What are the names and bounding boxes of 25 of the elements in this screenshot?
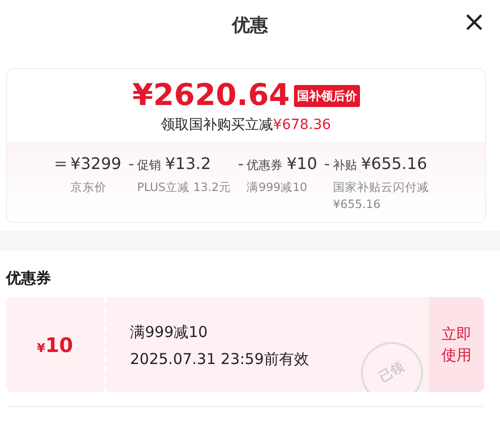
- price-label: 优惠券: [246, 157, 283, 174]
- price-description: PLUS立减 13.2元: [137, 179, 231, 196]
- price-amount: ¥10: [286, 153, 318, 175]
- price-description: 满999减10: [246, 179, 308, 196]
- price-amount: ¥3299: [70, 153, 122, 175]
- close-button[interactable]: ×: [462, 8, 486, 36]
- dialog-title: 优惠: [232, 14, 268, 38]
- operator-sign: -: [236, 153, 245, 175]
- operator-sign: =: [53, 153, 68, 175]
- coupon-validity: 2025.07.31 23:59前有效: [130, 348, 309, 370]
- use-now-button[interactable]: 立即使用: [429, 297, 484, 392]
- coupon-value: ¥10: [36, 332, 74, 358]
- price-label: 促销: [137, 157, 162, 174]
- final-price: ¥2620.64: [132, 81, 290, 111]
- price-amount: ¥655.16: [360, 153, 428, 175]
- price-label: 补贴: [332, 157, 357, 174]
- operator-sign: -: [323, 153, 331, 175]
- operator-sign: -: [127, 153, 136, 175]
- price-description: 国家补贴云闪付减¥655.16: [332, 179, 430, 214]
- section-title: 优惠券: [4, 268, 52, 288]
- saving-text: 领取国补购买立减¥678.36: [160, 116, 332, 135]
- coupon-condition: 满999减10: [130, 322, 208, 343]
- price-amount: ¥13.2: [165, 153, 211, 175]
- price-description: 京东价: [70, 179, 108, 196]
- price-tag: 国补领后价: [294, 85, 360, 107]
